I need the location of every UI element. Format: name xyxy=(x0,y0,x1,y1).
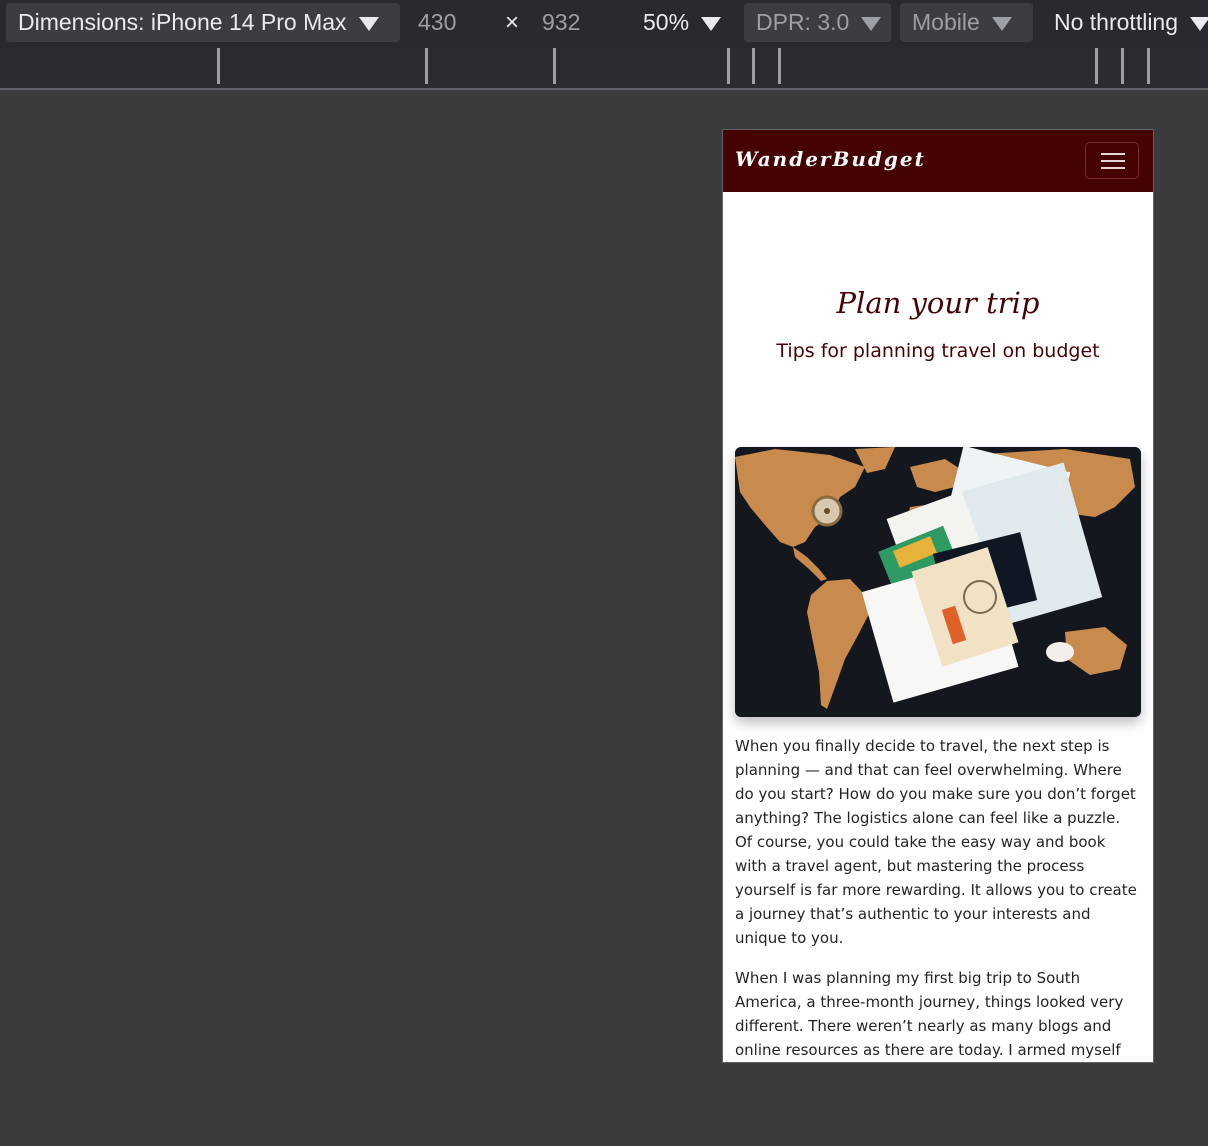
world-map-image xyxy=(735,447,1141,717)
dpr-label: DPR: 3.0 xyxy=(756,9,850,35)
dimensions-label: Dimensions: iPhone 14 Pro Max xyxy=(18,9,347,35)
article-body: When you finally decide to travel, the n… xyxy=(735,734,1141,1062)
throttling-label: No throttling xyxy=(1054,9,1179,35)
chevron-down-icon xyxy=(358,17,379,31)
ruler-tick xyxy=(553,48,556,84)
hamburger-menu-icon[interactable] xyxy=(1085,142,1139,179)
travel-map-photo xyxy=(735,447,1141,717)
zoom-select[interactable]: 50% xyxy=(643,3,722,42)
device-type-select[interactable]: Mobile xyxy=(900,3,1033,42)
hamburger-line xyxy=(1101,153,1125,155)
brand-logo[interactable]: WanderBudget xyxy=(735,147,926,171)
device-viewport: WanderBudget Plan your trip Tips for pla… xyxy=(722,129,1154,1063)
hero-title: Plan your trip xyxy=(836,286,1040,320)
throttling-select[interactable]: No throttling xyxy=(1054,3,1208,42)
chevron-down-icon xyxy=(1190,17,1208,31)
chevron-down-icon xyxy=(991,17,1012,31)
device-type-label: Mobile xyxy=(912,9,980,35)
ruler-tick xyxy=(1121,48,1124,84)
ruler-tick xyxy=(1147,48,1150,84)
devtools-device-toolbar: Dimensions: iPhone 14 Pro Max 430 × 932 … xyxy=(0,0,1208,48)
height-input[interactable]: 932 xyxy=(542,3,580,42)
dimensions-select[interactable]: Dimensions: iPhone 14 Pro Max xyxy=(6,3,400,42)
media-query-ruler[interactable] xyxy=(0,48,1208,90)
ruler-tick xyxy=(217,48,220,84)
article-paragraph: When I was planning my first big trip to… xyxy=(735,969,1124,1059)
ruler-tick xyxy=(778,48,781,84)
ruler-tick xyxy=(727,48,730,84)
article-paragraph: When you finally decide to travel, the n… xyxy=(735,737,1137,947)
width-input[interactable]: 430 xyxy=(418,3,456,42)
times-icon: × xyxy=(505,8,520,36)
chevron-down-icon xyxy=(861,17,882,31)
hero-subtitle: Tips for planning travel on budget xyxy=(776,340,1100,362)
hamburger-line xyxy=(1101,167,1125,169)
navbar: WanderBudget xyxy=(723,130,1153,192)
hamburger-line xyxy=(1101,160,1125,162)
ruler-tick xyxy=(752,48,755,84)
ruler-tick xyxy=(425,48,428,84)
dpr-select[interactable]: DPR: 3.0 xyxy=(744,3,891,42)
chevron-down-icon xyxy=(701,17,722,31)
ruler-tick xyxy=(1095,48,1098,84)
zoom-label: 50% xyxy=(643,9,690,35)
